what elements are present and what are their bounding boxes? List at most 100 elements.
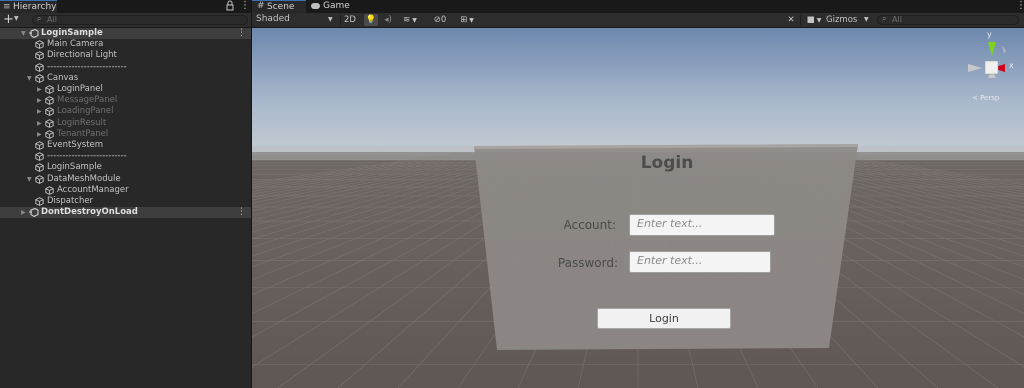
hierarchy-tab-bar: ≡ Hierarchy ⋮ [0,0,251,13]
hierarchy-item[interactable]: EventSystem [0,140,251,151]
toggle-2d-button[interactable]: 2D [343,14,357,26]
toolbar-separator [800,15,801,25]
collapse-arrow-icon[interactable]: ▶ [37,129,42,140]
hierarchy-item[interactable]: Main Camera [0,39,251,50]
tab-game-label: Game [323,1,350,11]
effects-toggle[interactable]: ≋ ▼ [399,14,421,26]
hierarchy-item[interactable]: ▶ TenantPanel [0,129,251,140]
toolbar-separator [340,15,341,25]
gameobject-cube-icon [35,62,44,72]
login-button[interactable]: Login [597,308,731,329]
hierarchy-item[interactable]: ▶ MessagePanel [0,95,251,106]
hierarchy-item-label: LoginPanel [57,84,103,94]
hierarchy-item-label: Main Camera [47,39,104,50]
password-placeholder: Enter text... [637,254,703,267]
hierarchy-item-label: Dispatcher [47,196,94,206]
gameobject-cube-icon [45,185,54,195]
gameobject-cube-icon [35,40,44,50]
hierarchy-item[interactable]: ▶ LoginResult [0,118,251,129]
hidden-objects-toggle[interactable]: ⊘0 [428,14,452,26]
account-input[interactable]: Enter text... [629,214,775,236]
gameobject-cube-icon [35,174,44,184]
gamepad-icon [311,3,320,9]
hierarchy-item-label: LoadingPanel [57,106,114,117]
audio-toggle[interactable]: ◂) [382,14,394,26]
hierarchy-item-label: AccountManager [57,184,129,195]
gameobject-cube-icon [35,73,44,83]
gameobject-cube-icon [45,107,54,117]
gizmos-label: Gizmos [826,15,858,25]
gameobject-cube-icon [35,197,44,206]
gizmo-y-label: y [987,30,992,39]
password-input[interactable]: Enter text... [629,251,771,273]
scene-menu-icon[interactable]: ⋮ [237,207,246,218]
hierarchy-tree: ▼ LoginSample ⋮ Main Camera Directional Ligh… [0,28,251,228]
lock-icon[interactable] [226,0,234,12]
hierarchy-panel: ≡ Hierarchy ⋮ + ▼ ⌕ All ▼ LoginSample ⋮ Mai… [0,0,251,388]
scene-panel-menu-icon[interactable]: ⋮ [1016,0,1024,11]
hierarchy-item[interactable]: ▶ LoadingPanel [0,106,251,117]
speaker-icon: ◂) [384,15,392,25]
scene-search-input[interactable]: ⌕ All [877,14,1019,25]
hierarchy-item-label: LoginResult [57,117,107,128]
hierarchy-item-label: DataMeshModule [47,173,121,184]
shading-mode-dropdown[interactable]: Shaded ▼ [252,13,338,27]
grid-icon: ⊞ [460,15,468,25]
collapse-arrow-icon[interactable]: ▶ [21,207,26,218]
collapse-arrow-icon[interactable]: ▶ [37,106,42,117]
hierarchy-item-label: -------------------------- [47,151,127,162]
add-button[interactable]: + [3,12,14,27]
collapse-arrow-icon[interactable]: ▶ [37,84,42,95]
tab-scene[interactable]: # Scene [252,0,306,13]
account-placeholder: Enter text... [637,217,703,230]
collapse-arrow-icon[interactable]: ▶ [37,118,42,129]
hierarchy-item[interactable]: Dispatcher [0,196,251,207]
hierarchy-item-label: Canvas [47,72,79,83]
grid-toggle[interactable]: ⊞ ▼ [455,14,479,26]
camera-dropdown[interactable]: ■ ▼ [803,14,825,26]
chevron-down-icon[interactable]: ▼ [14,15,19,22]
tools-icon: ✕ [787,15,795,25]
lightbulb-icon: 💡 [365,15,377,25]
hierarchy-item[interactable]: ▼ DataMeshModule [0,174,251,185]
scene-tab-bar: # Scene Game ⋮ [252,0,1024,13]
chevron-down-icon: ▼ [469,17,474,24]
expand-arrow-icon[interactable]: ▼ [27,73,32,84]
scene-root-row[interactable]: ▶ DontDestroyOnLoad ⋮ [0,207,251,219]
hierarchy-item-label: EventSystem [47,140,104,150]
hierarchy-search-input[interactable]: ⌕ All [32,14,248,25]
search-icon: ⌕ [37,14,42,23]
lighting-toggle[interactable]: 💡 [364,14,378,26]
gameobject-cube-icon [35,51,44,61]
panel-menu-icon[interactable]: ⋮ [240,0,250,11]
hierarchy-item[interactable]: Directional Light [0,50,251,61]
hierarchy-tab-label: Hierarchy [13,2,57,12]
hierarchy-item[interactable]: ▼ Canvas [0,73,251,84]
hierarchy-item[interactable]: -------------------------- [0,151,251,162]
hierarchy-item-label: MessagePanel [57,95,118,106]
gizmos-dropdown[interactable]: Gizmos ▼ [826,14,872,26]
expand-arrow-icon[interactable]: ▼ [27,174,32,185]
gameobject-cube-icon [45,85,54,94]
scene-menu-icon[interactable]: ⋮ [237,28,246,39]
tools-button[interactable]: ✕ [784,14,798,26]
hierarchy-item[interactable]: AccountManager [0,185,251,196]
orientation-gizmo[interactable]: y x < Persp [964,30,1020,102]
scene-root-row[interactable]: ▼ LoginSample ⋮ [0,28,251,40]
hierarchy-item[interactable]: ▶ LoginPanel [0,84,251,95]
effects-icon: ≋ [403,15,411,25]
login-button-label: Login [649,312,679,325]
hidden-count: 0 [440,15,447,25]
scene-grid-icon: # [257,1,265,11]
eye-slash-icon: ⊘ [433,15,441,25]
scene-viewport[interactable]: y x < Persp Login Account: Enter text...… [252,28,1024,388]
camera-icon: ■ [806,15,815,25]
unity-scene-icon [29,208,39,218]
collapse-arrow-icon[interactable]: ▶ [37,95,42,106]
gameobject-cube-icon [45,118,54,128]
tab-scene-label: Scene [267,2,295,12]
hierarchy-item[interactable]: -------------------------- [0,62,251,73]
hierarchy-item[interactable]: LoginSample [0,162,251,173]
tab-game[interactable]: Game [308,0,352,13]
expand-arrow-icon[interactable]: ▼ [21,28,26,39]
